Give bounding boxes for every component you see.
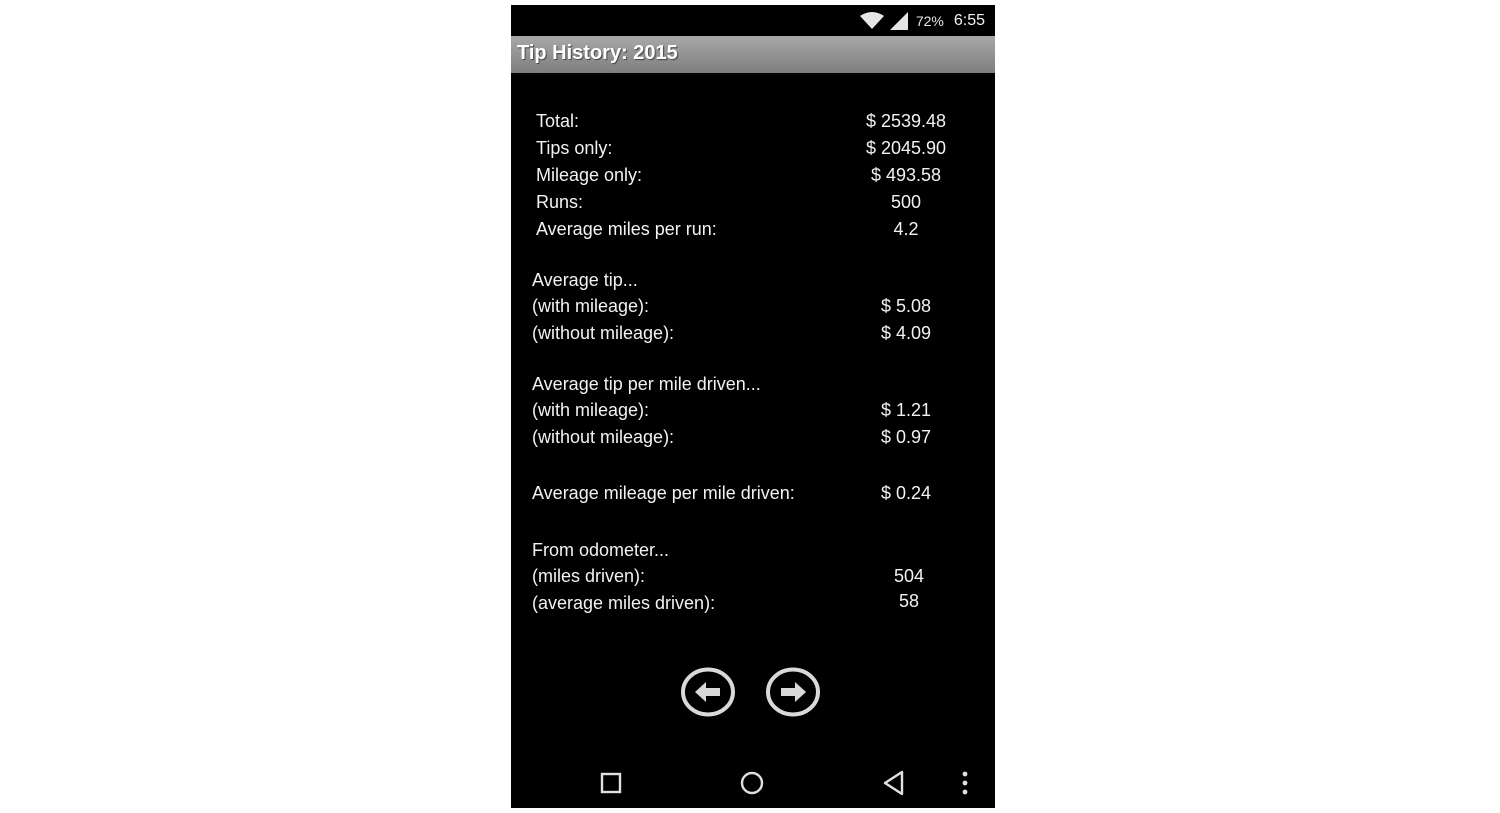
miles-driven-label: (miles driven):: [532, 566, 646, 586]
total-value: $ 2539.48: [865, 111, 947, 131]
status-bar: 72% 6:55: [511, 5, 995, 36]
home-circle-icon: [740, 771, 764, 795]
home-button[interactable]: [738, 769, 766, 797]
average-tip-heading: Average tip...: [532, 270, 638, 290]
title-bar: Tip History: 2015: [511, 36, 995, 73]
miles-driven-value: 504: [893, 566, 925, 586]
recents-button[interactable]: [597, 769, 625, 797]
runs-label: Runs:: [536, 192, 584, 212]
avg-tip-per-mile-without-value: $ 0.97: [880, 427, 932, 447]
status-icons: 72% 6:55: [859, 10, 985, 32]
battery-percent: 72%: [915, 13, 944, 29]
avg-tip-with-mileage-label: (with mileage):: [532, 296, 650, 316]
page-title: Tip History: 2015: [517, 42, 678, 64]
wifi-icon: [859, 12, 884, 30]
runs-value: 500: [890, 192, 922, 212]
overflow-menu-button[interactable]: [955, 769, 975, 797]
avg-miles-driven-value: 58: [898, 591, 920, 611]
back-triangle-icon: [883, 770, 904, 796]
avg-tip-per-mile-heading: Average tip per mile driven...: [532, 374, 761, 394]
avg-miles-per-run-label: Average miles per run:: [536, 219, 717, 239]
avg-tip-with-mileage-value: $ 5.08: [880, 296, 932, 316]
tips-only-value: $ 2045.90: [865, 138, 947, 158]
arrow-right-circle-icon: [766, 667, 820, 717]
avg-tip-per-mile-with-label: (with mileage):: [532, 400, 650, 420]
avg-tip-per-mile-with-value: $ 1.21: [880, 400, 932, 420]
tips-only-label: Tips only:: [536, 138, 613, 158]
recents-square-icon: [600, 772, 622, 794]
back-button[interactable]: [880, 769, 908, 797]
clock: 6:55: [953, 12, 985, 29]
avg-tip-without-mileage-label: (without mileage):: [532, 323, 675, 343]
avg-mileage-per-mile-label: Average mileage per mile driven:: [532, 483, 795, 503]
arrow-left-circle-icon: [681, 667, 735, 717]
odometer-heading: From odometer...: [532, 540, 670, 560]
phone-screen: 72% 6:55 Tip History: 2015 Total: $ 2539…: [511, 5, 995, 808]
mileage-only-value: $ 493.58: [870, 165, 942, 185]
signal-icon: [889, 12, 908, 30]
overflow-menu-icon: [962, 771, 968, 795]
system-nav-bar: [511, 753, 995, 808]
next-button[interactable]: [765, 667, 821, 717]
mileage-only-label: Mileage only:: [536, 165, 643, 185]
avg-miles-driven-label: (average miles driven):: [532, 593, 716, 613]
avg-tip-without-mileage-value: $ 4.09: [880, 323, 932, 343]
avg-miles-per-run-value: 4.2: [893, 219, 919, 239]
avg-mileage-per-mile-value: $ 0.24: [880, 483, 932, 503]
previous-button[interactable]: [680, 667, 736, 717]
total-label: Total:: [536, 111, 580, 131]
avg-tip-per-mile-without-label: (without mileage):: [532, 427, 675, 447]
